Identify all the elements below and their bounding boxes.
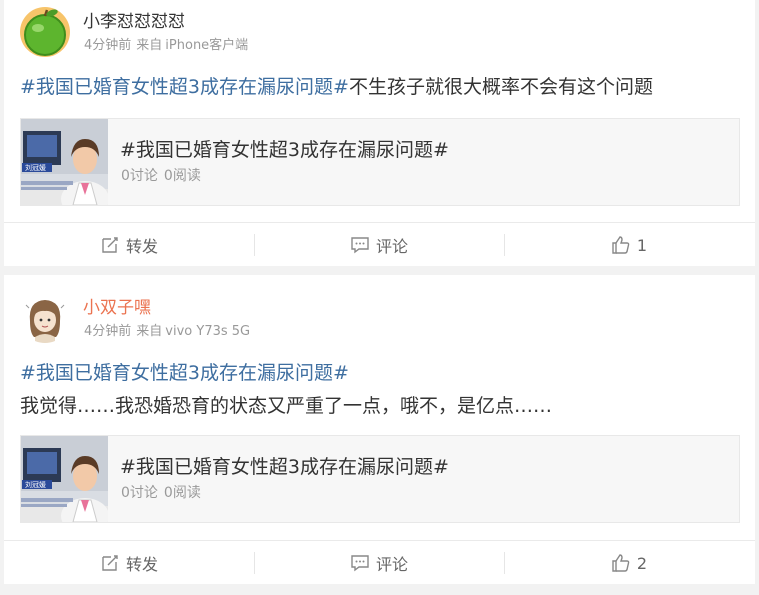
- author-header: 小双子嘿 4分钟前 来自 vivo Y73s 5G: [20, 293, 620, 345]
- green-apple-avatar-image: [20, 7, 70, 57]
- post-time[interactable]: 4分钟前: [84, 324, 131, 339]
- edit-square-icon: [100, 235, 120, 255]
- comment-bubble-icon: [350, 235, 370, 255]
- like-count: 2: [636, 553, 648, 573]
- cartoon-girl-avatar-image: [20, 293, 70, 343]
- like-count: 1: [636, 235, 648, 255]
- comment-label: 评论: [375, 237, 408, 256]
- comment-button[interactable]: 评论: [254, 541, 504, 585]
- post-source[interactable]: iPhone客户端: [165, 38, 248, 53]
- post-body: 不生孩子就很大概率不会有这个问题: [348, 76, 653, 98]
- post-source[interactable]: vivo Y73s 5G: [165, 324, 250, 339]
- post-text-topic: #我国已婚育女性超3成存在漏尿问题#: [20, 360, 740, 386]
- topic-share-card[interactable]: 刘冠媛 #我国已婚育女性超3成存在漏尿问题# 0讨论 0阅读: [20, 435, 740, 523]
- thumbnail-caption: 刘冠媛: [25, 480, 46, 489]
- feed-card: 小李怼怼怼怼 4分钟前 来自 iPhone客户端 #我国已婚育女性超3成存在漏尿问题…: [4, 0, 755, 266]
- repost-button[interactable]: 转发: [4, 223, 254, 267]
- post-time[interactable]: 4分钟前: [84, 38, 131, 53]
- avatar[interactable]: [20, 293, 70, 343]
- like-button[interactable]: 2: [504, 541, 754, 585]
- action-bar: 转发 评论 1: [4, 222, 755, 266]
- doctor-thumbnail-image: 刘冠媛: [21, 436, 108, 522]
- post-meta: 4分钟前 来自 iPhone客户端: [84, 38, 248, 54]
- source-prefix: 来自: [136, 324, 163, 339]
- thumbs-up-icon: [611, 235, 631, 255]
- topic-link[interactable]: #我国已婚育女性超3成存在漏尿问题#: [20, 362, 349, 384]
- source-prefix: 来自: [136, 38, 163, 53]
- comment-bubble-icon: [350, 553, 370, 573]
- repost-label: 转发: [125, 555, 158, 574]
- topic-share-card[interactable]: 刘冠媛 #我国已婚育女性超3成存在漏尿问题# 0讨论 0阅读: [20, 118, 740, 206]
- feed-card: 小双子嘿 4分钟前 来自 vivo Y73s 5G #我国已婚育女性超3成存在漏尿问…: [4, 275, 755, 584]
- share-title[interactable]: #我国已婚育女性超3成存在漏尿问题#: [120, 138, 449, 162]
- post-text: #我国已婚育女性超3成存在漏尿问题#不生孩子就很大概率不会有这个问题: [20, 74, 740, 100]
- share-title[interactable]: #我国已婚育女性超3成存在漏尿问题#: [120, 455, 449, 479]
- topic-link[interactable]: #我国已婚育女性超3成存在漏尿问题#: [20, 76, 349, 98]
- edit-square-icon: [100, 553, 120, 573]
- repost-label: 转发: [125, 237, 158, 256]
- like-button[interactable]: 1: [504, 223, 754, 267]
- author-name[interactable]: 小双子嘿: [83, 297, 151, 319]
- thumbs-up-icon: [611, 553, 631, 573]
- doctor-thumbnail-image: 刘冠媛: [21, 119, 108, 205]
- author-header: 小李怼怼怼怼 4分钟前 来自 iPhone客户端: [20, 7, 620, 59]
- comment-button[interactable]: 评论: [254, 223, 504, 267]
- discussion-count: 0讨论: [121, 168, 158, 184]
- post-body: 我觉得……我恐婚恐育的状态又严重了一点，哦不，是亿点……: [20, 395, 553, 417]
- action-bar: 转发 评论 2: [4, 540, 755, 584]
- comment-label: 评论: [375, 555, 408, 574]
- share-stats: 0讨论 0阅读: [121, 167, 201, 185]
- discussion-count: 0讨论: [121, 485, 158, 501]
- author-name[interactable]: 小李怼怼怼怼: [83, 11, 185, 33]
- post-meta: 4分钟前 来自 vivo Y73s 5G: [84, 324, 250, 340]
- video-thumbnail[interactable]: 刘冠媛: [21, 119, 108, 205]
- read-count: 0阅读: [163, 168, 201, 184]
- share-stats: 0讨论 0阅读: [121, 484, 201, 502]
- video-thumbnail[interactable]: 刘冠媛: [21, 436, 108, 522]
- thumbnail-caption: 刘冠媛: [25, 163, 46, 172]
- read-count: 0阅读: [163, 485, 201, 501]
- avatar[interactable]: [20, 7, 70, 57]
- repost-button[interactable]: 转发: [4, 541, 254, 585]
